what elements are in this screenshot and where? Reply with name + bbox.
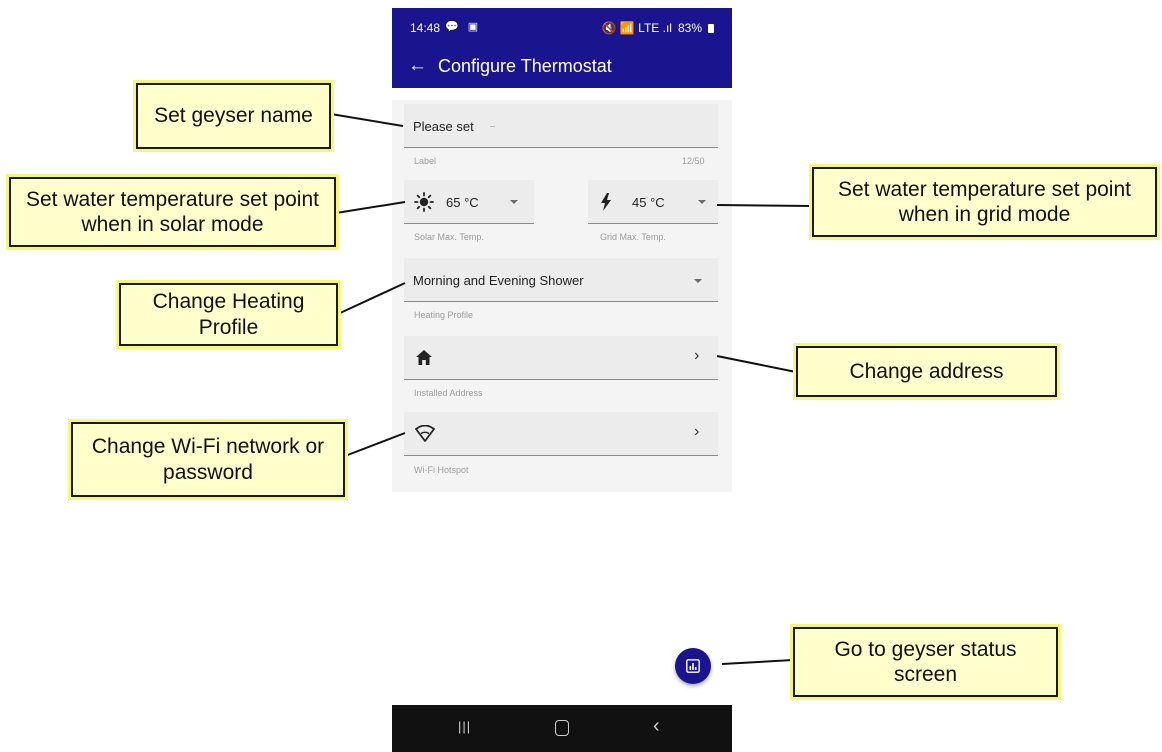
callout-status-screen: Go to geyser status screen (793, 627, 1058, 697)
callout-grid-setpoint: Set water temperature set point when in … (812, 167, 1157, 237)
callout-address: Change address (796, 346, 1057, 397)
callout-geyser-name: Set geyser name (136, 83, 331, 149)
callout-solar-setpoint: Set water temperature set point when in … (9, 177, 336, 247)
callout-wifi: Change Wi-Fi network or password (71, 422, 345, 497)
callout-heating-profile: Change Heating Profile (119, 283, 338, 346)
